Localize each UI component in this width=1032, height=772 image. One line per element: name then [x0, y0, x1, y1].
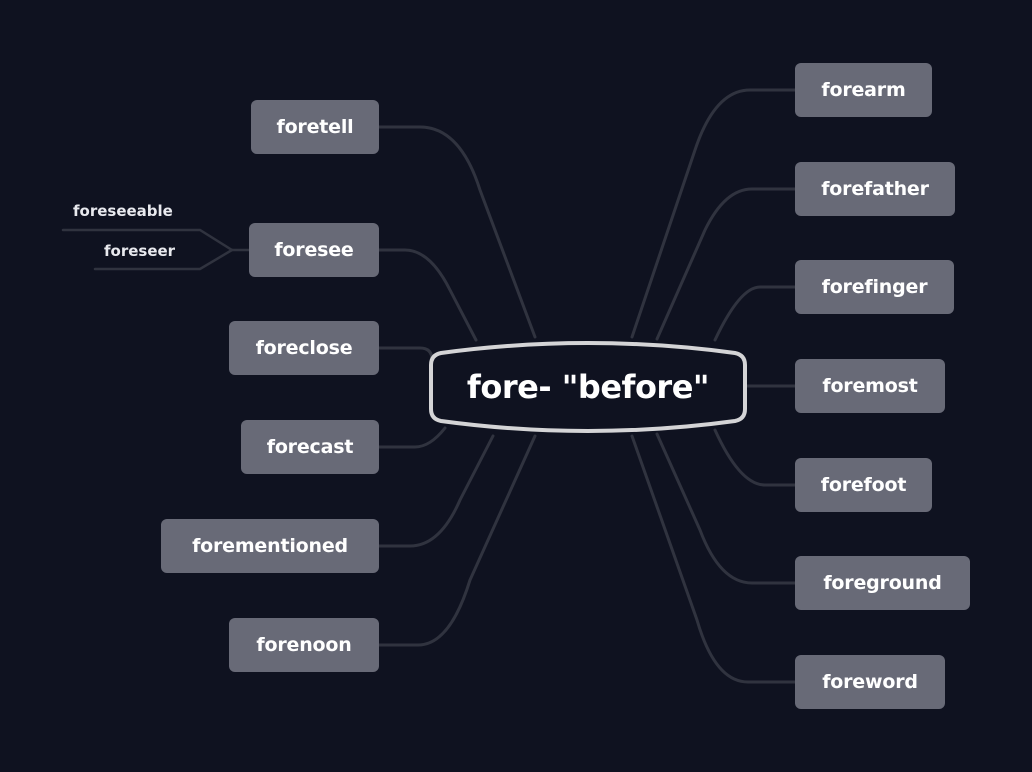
link-forementioned	[377, 434, 495, 548]
node-label: forementioned	[192, 535, 348, 557]
node-foresee[interactable]: foresee	[249, 223, 379, 277]
node-forenoon[interactable]: forenoon	[229, 618, 379, 672]
node-forementioned[interactable]: forementioned	[161, 519, 379, 573]
node-label: foresee	[274, 239, 354, 261]
link-foreclose	[377, 346, 434, 362]
node-label: foretell	[276, 116, 354, 138]
link-forefoot	[713, 428, 797, 487]
central-topic[interactable]: fore- "before"	[429, 337, 747, 436]
central-topic-label: fore- "before"	[466, 367, 710, 406]
node-foreground[interactable]: foreground	[795, 556, 970, 610]
node-forefoot[interactable]: forefoot	[795, 458, 932, 512]
node-label: foreground	[823, 572, 942, 594]
node-forearm[interactable]: forearm	[795, 63, 932, 117]
node-label: foremost	[822, 375, 918, 397]
node-foreclose[interactable]: foreclose	[229, 321, 379, 375]
node-forecast[interactable]: forecast	[241, 420, 379, 474]
subnode-foreseeable[interactable]: foreseeable	[73, 202, 173, 220]
node-label: forefinger	[821, 276, 928, 298]
node-label: forefoot	[820, 474, 907, 496]
node-label: foreclose	[255, 337, 353, 359]
link-foresee	[377, 248, 478, 342]
node-forefather[interactable]: forefather	[795, 162, 955, 216]
node-foreword[interactable]: foreword	[795, 655, 945, 709]
node-label: forefather	[821, 178, 929, 200]
node-label: forearm	[821, 79, 906, 101]
node-forefinger[interactable]: forefinger	[795, 260, 954, 314]
link-forenoon	[377, 434, 537, 647]
node-label: forenoon	[256, 634, 352, 656]
node-foremost[interactable]: foremost	[795, 359, 945, 413]
subnode-foreseer[interactable]: foreseer	[104, 242, 175, 260]
node-label: foreword	[822, 671, 918, 693]
link-forefinger	[713, 285, 797, 342]
node-foretell[interactable]: foretell	[251, 100, 379, 154]
link-foreground	[655, 432, 797, 585]
node-label: forecast	[266, 436, 354, 458]
